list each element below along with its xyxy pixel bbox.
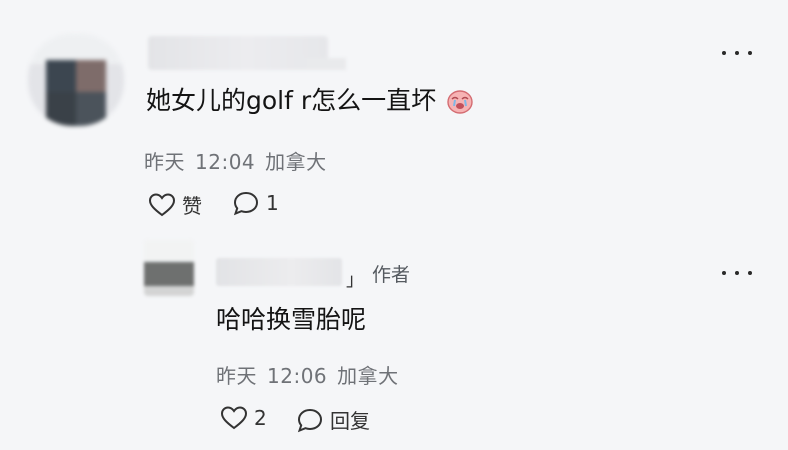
reply-author-name-redacted[interactable]	[216, 258, 342, 286]
reply-label: 回复	[330, 409, 370, 433]
reply-location: 加拿大	[337, 364, 399, 388]
commenter-name-redacted[interactable]	[148, 36, 346, 70]
reply-author-avatar[interactable]	[144, 240, 194, 296]
author-badge: 作者	[372, 264, 411, 286]
crying-face-emoji-icon	[446, 87, 473, 114]
reply-time: 12:06	[267, 364, 328, 388]
reply-like-button[interactable]: 2	[220, 405, 267, 431]
reply-date: 昨天	[216, 364, 257, 388]
reply-more-options-icon[interactable]	[722, 268, 752, 278]
comment-meta: 昨天 12:04 加拿大	[144, 146, 337, 175]
like-button[interactable]: 赞	[148, 190, 202, 219]
comment-thread: 她女儿的golf r怎么一直坏 昨天 12:04 加拿大 赞 1 」 作者 哈哈…	[0, 0, 788, 450]
comment-time: 12:04	[195, 150, 256, 174]
commenter-avatar[interactable]	[28, 34, 124, 126]
reply-button[interactable]: 1	[232, 190, 279, 216]
comment-text: 她女儿的golf r怎么一直坏	[146, 84, 473, 118]
reply-text: 哈哈换雪胎呢	[216, 305, 367, 334]
reply-reply-button[interactable]: 回复	[296, 405, 370, 434]
heart-icon	[148, 192, 176, 216]
like-label: 赞	[182, 194, 202, 218]
comment-date: 昨天	[144, 150, 185, 174]
reply-author-name-tail: 」	[346, 270, 364, 291]
comment-text-content: 她女儿的golf r怎么一直坏	[146, 86, 437, 115]
reply-meta: 昨天 12:06 加拿大	[216, 360, 409, 389]
more-options-icon[interactable]	[722, 48, 752, 58]
comment-bubble-icon	[297, 408, 323, 432]
comment-bubble-icon	[233, 191, 259, 216]
reply-count: 1	[266, 191, 279, 215]
reply-like-count: 2	[254, 406, 267, 430]
comment-location: 加拿大	[265, 150, 327, 174]
heart-icon	[220, 406, 248, 430]
